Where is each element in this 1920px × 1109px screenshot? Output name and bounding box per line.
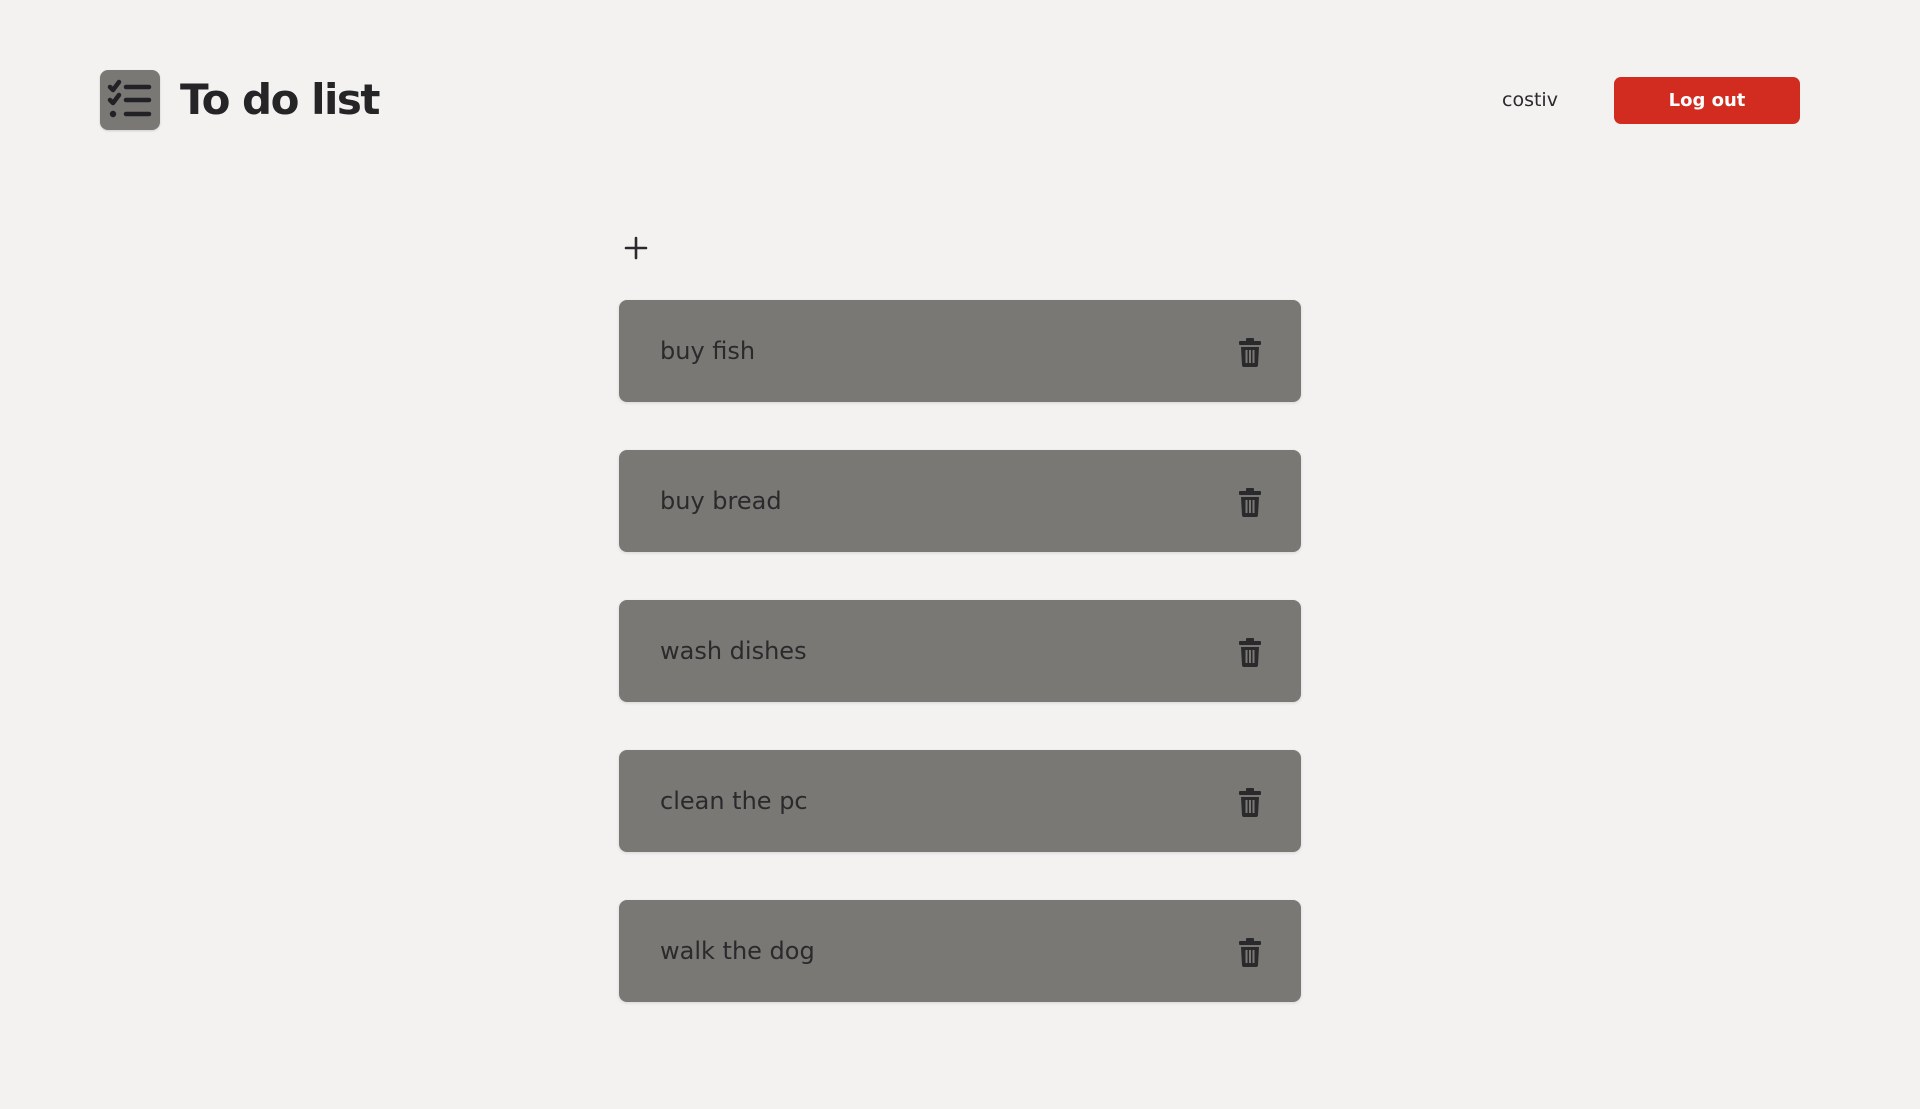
app-title: To do list (180, 75, 380, 124)
delete-todo-button[interactable] (1235, 936, 1265, 968)
plus-icon (624, 236, 648, 260)
delete-todo-button[interactable] (1235, 336, 1265, 368)
todo-item: buy bread (619, 450, 1301, 552)
todo-text: buy fish (660, 337, 756, 365)
trash-icon (1239, 788, 1261, 817)
delete-todo-button[interactable] (1235, 786, 1265, 818)
username-label: costiv (1502, 89, 1558, 111)
logout-button[interactable]: Log out (1614, 77, 1800, 124)
todo-text: walk the dog (660, 937, 815, 965)
todo-item: walk the dog (619, 900, 1301, 1002)
trash-icon (1239, 938, 1261, 967)
todo-item: clean the pc (619, 750, 1301, 852)
trash-icon (1239, 638, 1261, 667)
delete-todo-button[interactable] (1235, 486, 1265, 518)
todo-text: clean the pc (660, 787, 808, 815)
todo-item: wash dishes (619, 600, 1301, 702)
trash-icon (1239, 338, 1261, 367)
todo-text: buy bread (660, 487, 782, 515)
todo-text: wash dishes (660, 637, 807, 665)
todo-item: buy fish (619, 300, 1301, 402)
trash-icon (1239, 488, 1261, 517)
delete-todo-button[interactable] (1235, 636, 1265, 668)
todo-list: buy fish buy bread wash dishes clean the… (619, 300, 1301, 1050)
add-task-button[interactable] (617, 229, 655, 267)
checklist-icon (100, 70, 160, 130)
